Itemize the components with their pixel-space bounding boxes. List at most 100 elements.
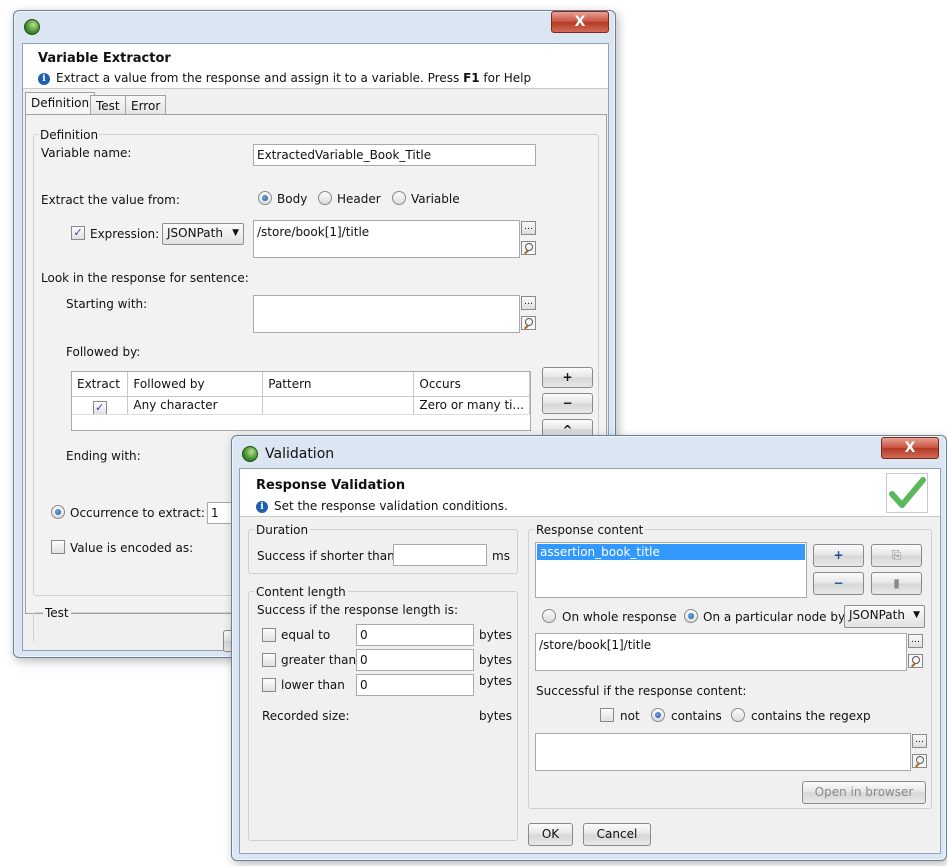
node-path-input[interactable]: /store/book[1]/title	[535, 633, 907, 671]
expression-more-button[interactable]: …	[521, 221, 536, 235]
tab-definition[interactable]: Definition	[25, 92, 96, 115]
encoded-checkbox[interactable]	[51, 540, 65, 554]
occurrence-label: Occurrence to extract:	[70, 506, 205, 520]
successful-if-label: Successful if the response content:	[536, 684, 747, 698]
extractor-header-title: Variable Extractor	[38, 51, 171, 66]
lower-than-checkbox[interactable]	[262, 678, 276, 692]
chevron-down-icon: ▼	[232, 228, 239, 238]
app-logo-icon	[24, 19, 40, 35]
radio-header-label: Header	[337, 192, 381, 206]
not-label: not	[620, 709, 640, 723]
expression-type-select[interactable]: JSONPath ▼	[162, 223, 244, 245]
greater-than-input[interactable]: 0	[356, 649, 474, 671]
table-header-extract[interactable]: Extract	[72, 372, 129, 397]
encoded-label: Value is encoded as:	[70, 541, 194, 555]
content-length-group-label: Content length	[254, 585, 348, 599]
validation-close-button[interactable]: X	[881, 437, 939, 459]
extractor-close-button[interactable]: X	[551, 11, 609, 33]
add-assertion-button[interactable]: +	[813, 544, 864, 567]
table-cell-pattern[interactable]	[262, 396, 415, 415]
chevron-down-icon: ▼	[913, 610, 920, 620]
list-item[interactable]: assertion_book_title	[537, 544, 805, 560]
equal-to-checkbox[interactable]	[262, 628, 276, 642]
row-extract-checkbox[interactable]: ✓	[92, 400, 107, 413]
radio-contains-label: contains	[671, 709, 722, 723]
info-icon: i	[256, 500, 268, 513]
radio-contains[interactable]	[651, 708, 665, 722]
table-row[interactable]: ✓ Any character Zero or many ti...	[72, 396, 530, 415]
lower-than-unit: bytes	[479, 674, 513, 688]
validation-header: Response Validation i Set the response va…	[240, 469, 940, 517]
occurrence-radio[interactable]	[51, 505, 65, 519]
expression-label: Expression:	[90, 227, 160, 241]
regex-more-button[interactable]: …	[912, 734, 927, 748]
extractor-info-key: F1	[463, 71, 480, 85]
validation-client-area: Response Validation i Set the response va…	[239, 468, 941, 854]
expression-checkbox[interactable]: ✓	[71, 226, 85, 240]
table-cell-extract[interactable]: ✓	[72, 396, 129, 415]
radio-particular-node[interactable]	[684, 609, 698, 623]
validation-window: Validation X Response Validation i Set th…	[231, 435, 947, 861]
followed-by-table: Extract Followed by Pattern Occurs ✓ Any…	[71, 371, 531, 431]
open-in-browser-button[interactable]: Open in browser	[802, 781, 926, 804]
table-cell-occurs[interactable]: Zero or many ti...	[413, 396, 530, 415]
regex-input[interactable]	[535, 733, 911, 771]
expression-input[interactable]: /store/book[1]/title	[253, 220, 520, 258]
greater-than-label: greater than	[281, 653, 357, 667]
radio-whole-response[interactable]	[542, 609, 556, 623]
radio-contains-regexp-label: contains the regexp	[751, 709, 871, 723]
test-group-label: Test	[43, 606, 71, 620]
radio-body[interactable]	[258, 191, 272, 205]
starting-with-input[interactable]	[253, 295, 520, 333]
equal-to-label: equal to	[281, 628, 331, 642]
variable-name-input[interactable]: ExtractedVariable_Book_Title	[253, 144, 536, 166]
table-cell-followed-by[interactable]: Any character	[127, 396, 264, 415]
starting-with-search-icon[interactable]	[521, 316, 536, 330]
extractor-header: Variable Extractor i Extract a value from…	[23, 44, 608, 89]
duration-success-label: Success if shorter than	[257, 549, 395, 563]
definition-group-label: Definition	[39, 128, 100, 142]
assertion-list[interactable]: assertion_book_title	[535, 542, 807, 598]
lower-than-input[interactable]: 0	[356, 674, 474, 696]
radio-contains-regexp[interactable]	[731, 708, 745, 722]
tab-error[interactable]: Error	[125, 95, 167, 115]
duration-group-label: Duration	[254, 523, 311, 537]
node-path-more-button[interactable]: …	[908, 634, 923, 648]
greater-than-checkbox[interactable]	[262, 653, 276, 667]
expression-type-value: JSONPath	[167, 226, 223, 240]
radio-variable-label: Variable	[411, 192, 460, 206]
extractor-header-info: i Extract a value from the response and a…	[38, 71, 531, 85]
starting-with-more-button[interactable]: …	[521, 296, 536, 310]
add-row-button[interactable]: +	[542, 367, 593, 388]
cancel-button[interactable]: Cancel	[583, 823, 651, 846]
expression-search-icon[interactable]	[521, 241, 536, 255]
table-header-followed-by[interactable]: Followed by	[127, 372, 264, 397]
content-length-success-label: Success if the response length is:	[257, 603, 459, 617]
ok-button[interactable]: OK	[528, 823, 573, 846]
response-content-group-label: Response content	[534, 523, 646, 537]
table-header-pattern[interactable]: Pattern	[262, 372, 415, 397]
paste-icon: ▮	[893, 576, 900, 590]
equal-to-input[interactable]: 0	[356, 624, 474, 646]
duration-input[interactable]	[393, 544, 487, 566]
copy-assertion-button[interactable]: ⎘	[871, 544, 922, 567]
app-logo-icon	[242, 446, 258, 462]
variable-name-label: Variable name:	[41, 146, 132, 160]
node-type-select[interactable]: JSONPath ▼	[844, 605, 925, 628]
radio-variable[interactable]	[392, 191, 406, 205]
radio-header[interactable]	[318, 191, 332, 205]
paste-assertion-button[interactable]: ▮	[871, 572, 922, 595]
regex-search-icon[interactable]	[912, 754, 927, 768]
not-checkbox[interactable]	[600, 708, 614, 722]
info-icon: i	[38, 72, 50, 85]
node-path-search-icon[interactable]	[908, 654, 923, 668]
validation-window-title: Validation	[265, 446, 335, 462]
validation-header-info: i Set the response validation conditions.	[256, 499, 508, 513]
remove-row-button[interactable]: −	[542, 393, 593, 414]
look-response-label: Look in the response for sentence:	[41, 271, 249, 285]
copy-icon: ⎘	[891, 548, 902, 562]
greater-than-unit: bytes	[479, 653, 513, 667]
table-header-occurs[interactable]: Occurs	[413, 372, 530, 397]
remove-assertion-button[interactable]: −	[813, 572, 864, 595]
tab-test[interactable]: Test	[90, 95, 126, 115]
